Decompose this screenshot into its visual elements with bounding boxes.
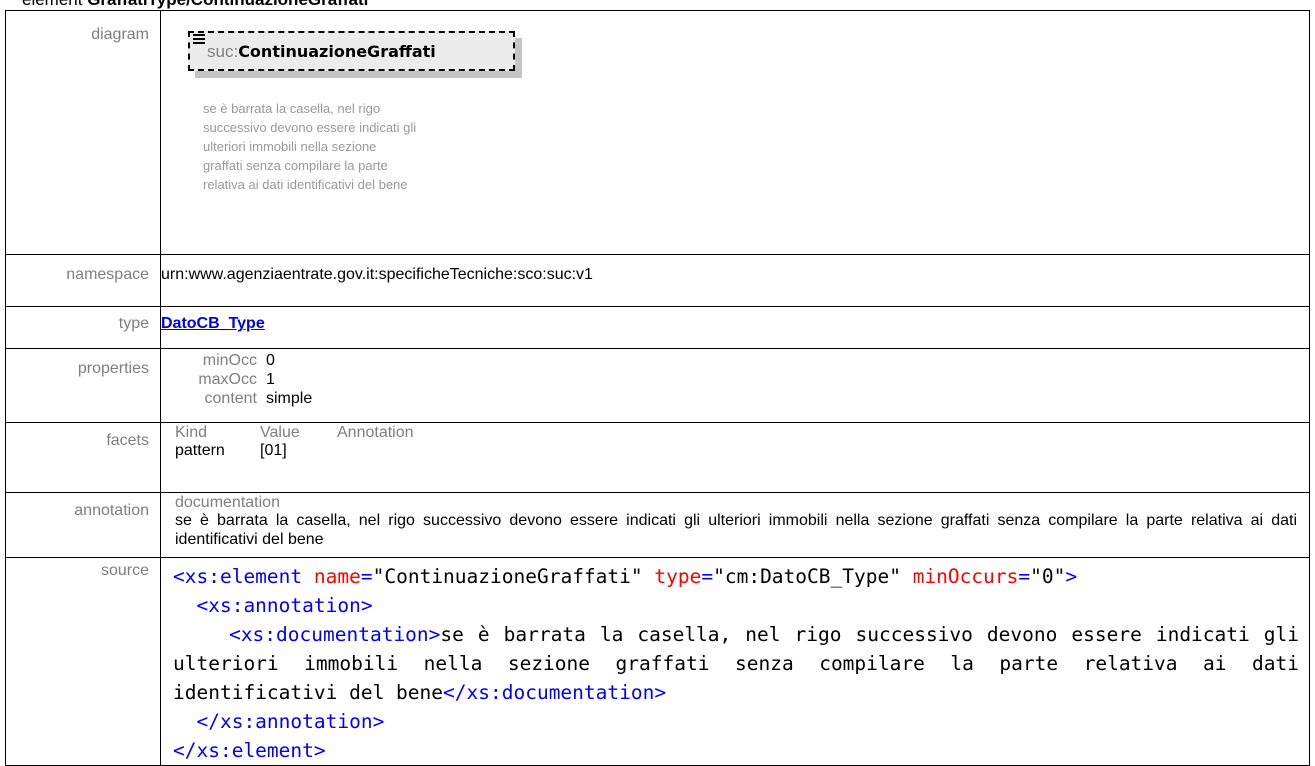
src-attr-name: name <box>313 565 361 588</box>
property-row: content simple <box>161 389 1309 408</box>
element-box[interactable]: suc:ContinuazioneGraffati <box>188 31 515 71</box>
type-row: type DatoCB_Type <box>5 306 1310 349</box>
page-title: element GraffatiType/ContinuazioneGraffa… <box>22 0 368 10</box>
facets-row: facets Kind Value Annotation pattern [01] <box>5 422 1310 493</box>
diagram-doc-line: graffati senza compilare la parte <box>203 158 388 173</box>
src-annotation-close: </xs:annotation> <box>196 710 385 733</box>
diagram-doc-line: successivo devono essere indicati gli <box>203 120 417 135</box>
src-eq: = <box>701 565 714 588</box>
property-value: 1 <box>266 371 275 388</box>
src-element-open: <xs:element <box>173 565 303 588</box>
diagram-doc-line: se è barrata la casella, nel rigo <box>203 101 381 116</box>
src-gt: > <box>1065 565 1078 588</box>
namespace-value: urn:www.agenziaentrate.gov.it:specifiche… <box>160 254 1310 307</box>
source-code: <xs:element name="ContinuazioneGraffati"… <box>161 558 1309 765</box>
type-label: type <box>5 306 161 349</box>
namespace-row: namespace urn:www.agenziaentrate.gov.it:… <box>5 254 1310 307</box>
page-title-prefix: element <box>22 0 87 9</box>
facets-label: facets <box>5 422 161 493</box>
properties-cell: minOcc 0 maxOcc 1 content simple <box>160 348 1310 423</box>
documentation-icon <box>193 34 205 46</box>
src-attr-minoccurs: minOccurs <box>912 565 1019 588</box>
element-namespace-prefix: suc: <box>207 42 239 61</box>
property-value: simple <box>266 390 313 407</box>
page-title-name: GraffatiType/ContinuazioneGraffati <box>87 0 368 9</box>
source-row: source <xs:element name="ContinuazioneGr… <box>5 557 1310 766</box>
element-box-label: suc:ContinuazioneGraffati <box>207 42 436 62</box>
diagram-documentation: se è barrata la casella, nel rigo succes… <box>203 99 523 194</box>
src-element-close: </xs:element> <box>173 739 326 762</box>
src-eq: = <box>360 565 373 588</box>
source-cell: <xs:element name="ContinuazioneGraffati"… <box>160 557 1310 766</box>
facets-header: Kind Value Annotation <box>161 423 1309 441</box>
property-key: minOcc <box>202 352 257 369</box>
property-key: content <box>204 390 257 407</box>
schema-doc-table: diagram suc:ContinuazioneGraffati se è b… <box>5 10 1310 766</box>
diagram-row: diagram suc:ContinuazioneGraffati se è b… <box>5 10 1310 255</box>
annotation-heading: documentation <box>175 494 280 511</box>
src-eq: = <box>1018 565 1031 588</box>
annotation-cell: documentation se è barrata la casella, n… <box>160 492 1310 558</box>
facet-header-kind: Kind <box>175 424 208 441</box>
type-link[interactable]: DatoCB_Type <box>161 315 265 332</box>
properties-row: properties minOcc 0 maxOcc 1 content simple <box>5 348 1310 423</box>
annotation-row: annotation documentation se è barrata la… <box>5 492 1310 558</box>
annotation-text: se è barrata la casella, nel rigo succes… <box>175 512 1297 548</box>
property-value: 0 <box>266 352 275 369</box>
facet-value: [01] <box>260 442 287 459</box>
diagram-label: diagram <box>5 10 161 255</box>
element-name: ContinuazioneGraffati <box>238 42 436 61</box>
src-attr-type: type <box>654 565 702 588</box>
source-label: source <box>5 557 161 766</box>
src-annotation-open: <xs:annotation> <box>196 594 373 617</box>
namespace-label: namespace <box>5 254 161 307</box>
annotation-label: annotation <box>5 492 161 558</box>
src-documentation-close: </xs:documentation> <box>443 681 667 704</box>
src-val-type: "cm:DatoCB_Type" <box>713 565 901 588</box>
facet-header-value: Value <box>260 424 300 441</box>
diagram-doc-line: ulteriori immobili nella sezione <box>203 139 377 154</box>
properties-label: properties <box>5 348 161 423</box>
facet-header-annotation: Annotation <box>337 424 414 441</box>
property-key: maxOcc <box>198 371 257 388</box>
src-documentation-open: <xs:documentation> <box>229 623 441 646</box>
src-val-name: "ContinuazioneGraffati" <box>372 565 643 588</box>
property-row: minOcc 0 <box>161 351 1309 370</box>
facet-kind: pattern <box>175 442 225 459</box>
src-val-minoccurs: "0" <box>1030 565 1066 588</box>
diagram-cell: suc:ContinuazioneGraffati se è barrata l… <box>160 10 1310 255</box>
property-row: maxOcc 1 <box>161 370 1309 389</box>
facets-cell: Kind Value Annotation pattern [01] <box>160 422 1310 493</box>
facet-row: pattern [01] <box>161 441 1309 461</box>
diagram-doc-line: relativa ai dati identificativi del bene <box>203 177 408 192</box>
